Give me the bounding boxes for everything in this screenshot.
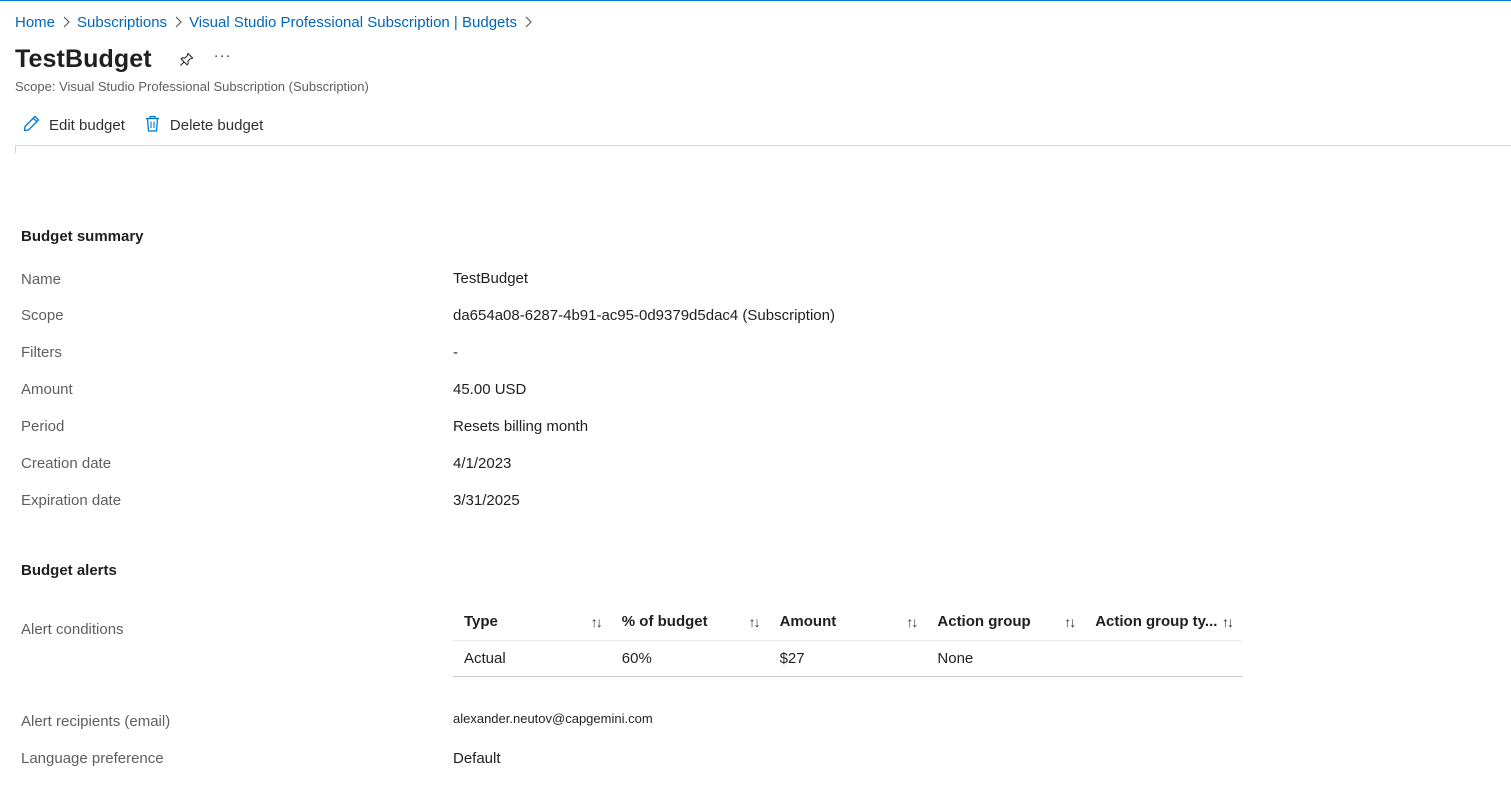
alert-conditions-label: Alert conditions [21,621,124,638]
sort-icon[interactable]: ↑↓ [749,614,761,630]
scope-subtitle: Scope: Visual Studio Professional Subscr… [15,79,369,94]
language-preference-value: Default [453,750,501,767]
chevron-right-icon [167,15,189,29]
table-row: Actual 60% $27 None [453,641,1242,677]
summary-value-scope: da654a08-6287-4b91-ac95-0d9379d5dac4 (Su… [453,307,835,324]
more-options-button[interactable]: ··· [214,48,232,69]
summary-label-filters: Filters [21,344,62,361]
column-header-action-group-type[interactable]: Action group ty... ↑↓ [1084,613,1242,630]
sort-icon[interactable]: ↑↓ [1064,614,1076,630]
language-preference-label: Language preference [21,750,164,767]
summary-label-period: Period [21,418,65,435]
summary-label-creation-date: Creation date [21,455,112,472]
cell-percent-of-budget: 60% [621,650,652,667]
summary-value-expiration-date: 3/31/2025 [453,492,520,509]
cell-type: Actual [464,650,506,667]
sort-icon[interactable]: ↑↓ [591,614,603,630]
summary-value-amount: 45.00 USD [453,381,527,398]
chevron-right-icon [55,15,77,29]
cell-amount: $27 [779,650,805,667]
alert-conditions-table: Type ↑↓ % of budget ↑↓ Amount ↑↓ Action … [453,603,1242,677]
summary-label-expiration-date: Expiration date [21,492,122,509]
breadcrumb-budgets[interactable]: Visual Studio Professional Subscription … [189,14,517,31]
trash-icon [143,114,170,137]
pencil-icon [22,114,49,137]
summary-label-amount: Amount [21,381,73,398]
summary-value-filters: - [453,344,458,361]
column-header-label: Type [464,613,498,630]
column-header-action-group[interactable]: Action group ↑↓ [926,613,1084,630]
column-header-label: Amount [779,613,837,630]
column-header-label: Action group ty... [1095,613,1218,630]
alert-recipients-label: Alert recipients (email) [21,713,171,730]
pin-icon[interactable] [178,50,196,68]
summary-value-name: TestBudget [453,270,529,287]
sort-icon[interactable]: ↑↓ [1222,614,1234,630]
edit-budget-label: Edit budget [49,116,125,134]
summary-value-period: Resets billing month [453,418,589,435]
breadcrumb-subscriptions[interactable]: Subscriptions [77,14,167,31]
column-header-type[interactable]: Type ↑↓ [453,613,611,630]
column-header-percent-of-budget[interactable]: % of budget ↑↓ [611,613,769,630]
top-accent-line [0,0,1511,1]
budget-summary-heading: Budget summary [21,228,144,245]
edit-budget-button[interactable]: Edit budget [22,114,125,137]
alert-recipients-value: alexander.neutov@capgemini.com [453,711,653,726]
breadcrumb: Home Subscriptions Visual Studio Profess… [15,12,539,32]
column-header-label: % of budget [621,613,708,630]
breadcrumb-home[interactable]: Home [15,14,55,31]
table-header-row: Type ↑↓ % of budget ↑↓ Amount ↑↓ Action … [453,603,1242,641]
chevron-right-icon [517,15,539,29]
summary-label-scope: Scope [21,307,64,324]
title-row: TestBudget ··· [15,43,232,75]
sort-icon[interactable]: ↑↓ [906,614,918,630]
column-header-label: Action group [937,613,1031,630]
toolbar: Edit budget Delete budget [22,114,263,136]
cell-action-group: None [937,650,974,667]
summary-value-creation-date: 4/1/2023 [453,455,512,472]
page-title: TestBudget [15,44,152,73]
delete-budget-label: Delete budget [169,116,264,134]
budget-alerts-heading: Budget alerts [21,562,117,579]
delete-budget-button[interactable]: Delete budget [143,114,263,137]
toolbar-divider [15,145,1511,153]
column-header-amount[interactable]: Amount ↑↓ [769,613,927,630]
summary-label-name: Name [21,271,62,288]
